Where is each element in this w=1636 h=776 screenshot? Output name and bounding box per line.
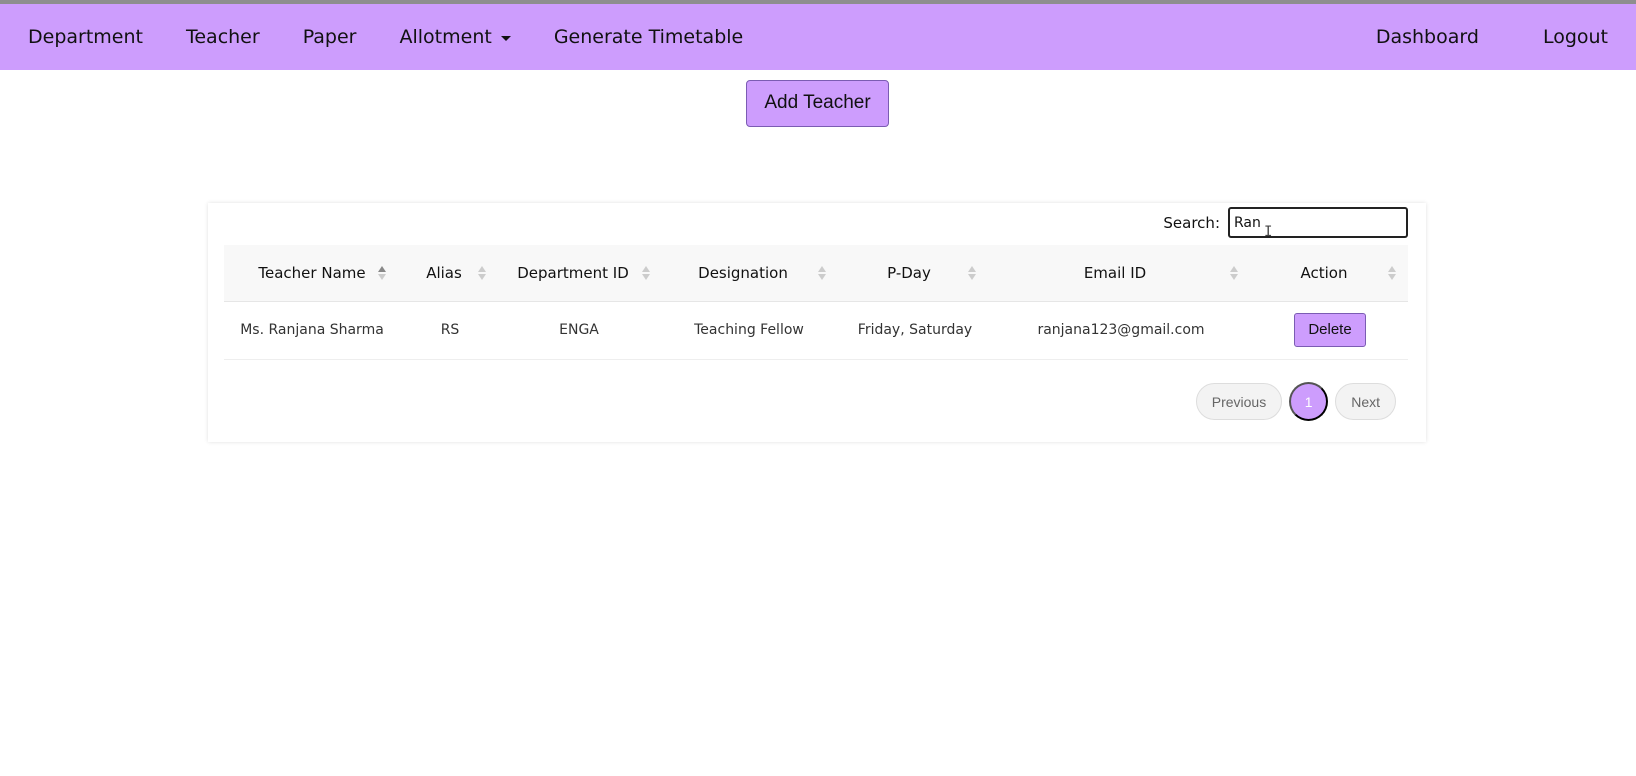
previous-page-button[interactable]: Previous: [1195, 383, 1283, 420]
sort-icon: [478, 265, 486, 280]
cell-email-id: ranjana123@gmail.com: [990, 301, 1252, 360]
col-teacher-name[interactable]: Teacher Name: [224, 245, 400, 302]
sort-icon: [642, 265, 650, 280]
pagination: Previous 1 Next: [1195, 382, 1396, 421]
nav-dashboard[interactable]: Dashboard: [1362, 26, 1493, 48]
col-designation[interactable]: Designation: [658, 245, 840, 302]
search-label: Search:: [1163, 213, 1220, 232]
sort-icon: [1230, 265, 1238, 280]
navbar: Department Teacher Paper Allotment Gener…: [0, 4, 1636, 70]
page-1-button[interactable]: 1: [1289, 382, 1329, 421]
cell-action: Delete: [1252, 301, 1408, 360]
cell-p-day: Friday, Saturday: [840, 301, 990, 360]
nav-teacher[interactable]: Teacher: [172, 26, 274, 48]
cell-designation: Teaching Fellow: [658, 301, 840, 360]
col-alias[interactable]: Alias: [400, 245, 500, 302]
caret-down-icon: [500, 35, 511, 41]
add-teacher-button[interactable]: Add Teacher: [746, 80, 889, 127]
col-department-id-label: Department ID: [517, 263, 629, 282]
nav-allotment-label: Allotment: [399, 26, 492, 48]
col-action[interactable]: Action: [1252, 245, 1408, 302]
col-email-id[interactable]: Email ID: [990, 245, 1252, 302]
sort-asc-icon: [378, 265, 386, 280]
nav-paper[interactable]: Paper: [289, 26, 371, 48]
nav-left: Department Teacher Paper Allotment Gener…: [14, 26, 772, 48]
sort-icon: [818, 265, 826, 280]
cell-teacher-name: Ms. Ranjana Sharma: [224, 301, 400, 360]
delete-button[interactable]: Delete: [1294, 313, 1366, 347]
col-email-id-label: Email ID: [1083, 263, 1147, 282]
add-teacher-wrapper: Add Teacher: [0, 80, 1636, 127]
sort-icon: [1388, 265, 1396, 280]
search-input[interactable]: [1228, 207, 1408, 238]
sort-icon: [968, 265, 976, 280]
col-department-id[interactable]: Department ID: [500, 245, 658, 302]
next-page-button[interactable]: Next: [1335, 383, 1396, 420]
col-action-label: Action: [1300, 263, 1348, 282]
table-row: Ms. Ranjana Sharma RS ENGA Teaching Fell…: [224, 301, 1408, 360]
col-p-day[interactable]: P-Day: [840, 245, 990, 302]
col-designation-label: Designation: [698, 263, 788, 282]
col-teacher-name-label: Teacher Name: [258, 263, 366, 282]
cell-alias: RS: [400, 301, 500, 360]
col-p-day-label: P-Day: [887, 263, 931, 282]
teacher-table: Teacher Name Alias Department ID Designa…: [224, 245, 1408, 360]
nav-allotment-dropdown[interactable]: Allotment: [386, 26, 525, 48]
table-header-row: Teacher Name Alias Department ID Designa…: [224, 245, 1408, 302]
col-alias-label: Alias: [426, 263, 462, 282]
cell-department-id: ENGA: [500, 301, 658, 360]
search-row: Search:: [1163, 207, 1408, 238]
nav-generate-timetable[interactable]: Generate Timetable: [540, 26, 757, 48]
teacher-table-card: Search: Teacher Name Alias: [208, 203, 1426, 442]
nav-department[interactable]: Department: [14, 26, 157, 48]
nav-right: Dashboard Logout: [1326, 26, 1622, 48]
nav-logout[interactable]: Logout: [1529, 26, 1622, 48]
